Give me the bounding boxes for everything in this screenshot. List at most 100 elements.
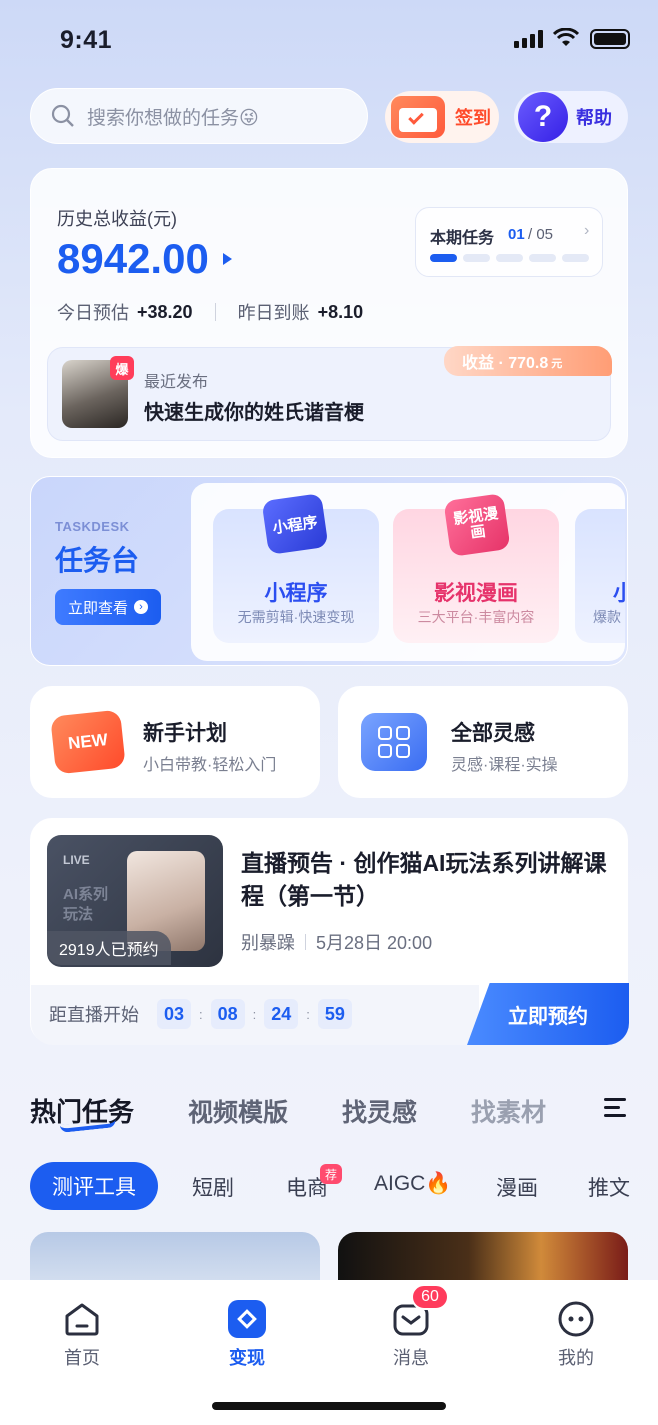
live-meta: 别暴躁 5月28日 20:00 <box>241 929 432 955</box>
taskdesk-item-more[interactable]: 小 爆款 <box>575 509 625 643</box>
countdown-segment: 08 <box>210 999 245 1029</box>
period-task-card[interactable]: 本期任务 01 / 05 › <box>415 207 603 277</box>
live-tag: LIVE <box>63 853 90 867</box>
home-indicator <box>212 1402 446 1410</box>
tab-find-materials[interactable]: 找素材 <box>471 1093 546 1129</box>
taskdesk-item-desc: 无需剪辑·快速变现 <box>237 609 355 625</box>
feature-all-inspiration[interactable]: 全部灵感 灵感·课程·实操 <box>338 686 628 798</box>
income-tag: 收益 · 770.8 元 <box>444 346 612 376</box>
taskdesk-item-drama-comic[interactable]: 影视漫画 影视漫画 三大平台·丰富内容 <box>393 493 559 643</box>
search-icon <box>51 104 74 127</box>
nav-home[interactable]: 首页 <box>42 1300 122 1370</box>
taskdesk-panel: TASKDESK 任务台 立即查看 › 小程序 小程序 无需剪辑·快速变现 影视… <box>30 476 628 666</box>
today-value: +38.20 <box>137 301 193 322</box>
battery-icon <box>590 29 630 49</box>
nav-label: 首页 <box>64 1348 100 1368</box>
tab-find-inspiration[interactable]: 找灵感 <box>342 1093 417 1129</box>
live-preview-card[interactable]: LIVE AI系列 玩法 2919人已预约 直播预告 · 创作猫AI玩法系列讲解… <box>30 818 629 1045</box>
feature-title: 全部灵感 <box>451 722 535 745</box>
new-icon: NEW <box>50 709 126 775</box>
taskdesk-item-title: 小程序 <box>264 582 328 605</box>
taskdesk-eyebrow: TASKDESK <box>55 519 130 534</box>
taskdesk-item-desc: 三大平台·丰富内容 <box>417 609 535 625</box>
recent-title: 快速生成你的姓氏谐音梗 <box>144 402 364 424</box>
help-label: 帮助 <box>576 108 612 128</box>
taskdesk-title: 任务台 <box>55 545 140 576</box>
wifi-icon <box>553 28 579 46</box>
help-button[interactable]: ? 帮助 <box>514 91 628 143</box>
taskdesk-item-title: 小 <box>613 582 625 605</box>
yesterday-label: 昨日到账 <box>237 303 310 323</box>
calendar-icon <box>391 96 445 138</box>
income-value: 收益 · 770.8 <box>462 355 549 372</box>
countdown-separator: : <box>306 1006 310 1022</box>
taskdesk-item-mini-program[interactable]: 小程序 小程序 无需剪辑·快速变现 <box>213 493 379 643</box>
home-icon <box>65 1303 99 1336</box>
feature-title: 新手计划 <box>143 722 227 745</box>
earnings-title: 历史总收益(元) <box>57 209 177 229</box>
yesterday-value: +8.10 <box>317 301 364 322</box>
live-thumb-text: AI系列 玩法 <box>63 886 109 923</box>
arrow-right-icon <box>222 253 232 265</box>
taskdesk-items: 小程序 小程序 无需剪辑·快速变现 影视漫画 影视漫画 三大平台·丰富内容 小 … <box>191 483 625 661</box>
today-label: 今日预估 <box>57 303 129 323</box>
message-badge: 60 <box>411 1284 449 1310</box>
recommend-badge: 荐 <box>320 1164 342 1184</box>
feature-newbie-plan[interactable]: NEW 新手计划 小白带教·轻松入门 <box>30 686 320 798</box>
signal-icon <box>514 30 543 48</box>
nav-profile[interactable]: 我的 <box>536 1300 616 1370</box>
countdown-segment: 24 <box>264 999 299 1029</box>
checkin-label: 签到 <box>455 108 491 128</box>
mini-program-icon: 小程序 <box>261 493 329 555</box>
divider <box>214 303 216 321</box>
live-title: 直播预告 · 创作猫AI玩法系列讲解课程（第一节） <box>241 850 607 910</box>
divider <box>305 934 306 950</box>
taskdesk-view-label: 立即查看 <box>67 599 128 617</box>
live-thumbnail: LIVE AI系列 玩法 2919人已预约 <box>47 835 223 967</box>
chip-promo-text[interactable]: 推文 <box>588 1172 630 1202</box>
nav-label: 变现 <box>229 1348 265 1368</box>
chip-comic[interactable]: 漫画 <box>496 1172 538 1202</box>
live-host: 别暴躁 <box>241 933 295 953</box>
recent-release-card[interactable]: 爆 最近发布 快速生成你的姓氏谐音梗 收益 · 770.8 元 <box>47 346 612 441</box>
nav-label: 消息 <box>393 1348 429 1368</box>
reserve-button[interactable]: 立即预约 <box>467 983 629 1045</box>
nav-messages[interactable]: 消息 <box>371 1300 451 1370</box>
countdown-timer: 03 : 08 : 24 : 59 <box>157 999 352 1029</box>
nav-monetize[interactable]: 变现 <box>207 1300 287 1370</box>
taskdesk-item-title: 影视漫画 <box>434 582 518 605</box>
countdown-separator: : <box>199 1006 203 1022</box>
search-input[interactable]: 搜索你想做的任务😜 <box>30 88 368 144</box>
monetize-icon <box>228 1300 266 1338</box>
earnings-summary: 今日预估 +38.20 昨日到账 +8.10 <box>57 299 363 325</box>
chevron-right-icon: › <box>584 222 590 239</box>
period-task-label: 本期任务 <box>430 230 495 247</box>
period-task-total: / 05 <box>528 226 554 243</box>
feature-desc: 灵感·课程·实操 <box>451 757 558 774</box>
question-icon: ? <box>518 92 568 142</box>
countdown-segment: 59 <box>317 999 352 1029</box>
main-tabs: 热门任务 视频模版 找灵感 找素材 <box>30 1092 598 1129</box>
chip-short-drama[interactable]: 短剧 <box>192 1172 234 1202</box>
menu-icon[interactable] <box>604 1098 628 1117</box>
chevron-right-icon: › <box>134 600 148 614</box>
taskdesk-item-desc: 爆款 <box>593 609 621 625</box>
tab-video-templates[interactable]: 视频模版 <box>188 1093 288 1129</box>
earnings-total-row[interactable]: 8942.00 <box>57 235 232 283</box>
drama-comic-icon: 影视漫画 <box>443 493 511 557</box>
hot-badge: 爆 <box>110 356 134 380</box>
taskdesk-view-button[interactable]: 立即查看 › <box>55 589 161 625</box>
feature-desc: 小白带教·轻松入门 <box>143 757 277 774</box>
status-time: 9:41 <box>60 26 113 54</box>
grid-icon <box>361 713 427 771</box>
chip-evaluation-tools[interactable]: 测评工具 <box>30 1162 158 1210</box>
chip-aigc[interactable]: AIGC🔥 <box>374 1172 452 1196</box>
checkin-button[interactable]: 签到 <box>385 91 499 143</box>
countdown-segment: 03 <box>157 999 191 1029</box>
earnings-total: 8942.00 <box>57 235 209 282</box>
period-task-current: 01 <box>508 226 525 243</box>
bottom-nav: 首页 变现 消息 60 我的 <box>0 1280 658 1425</box>
search-placeholder: 搜索你想做的任务😜 <box>87 107 259 129</box>
countdown-separator: : <box>252 1006 257 1022</box>
countdown-label: 距直播开始 <box>49 1005 139 1025</box>
